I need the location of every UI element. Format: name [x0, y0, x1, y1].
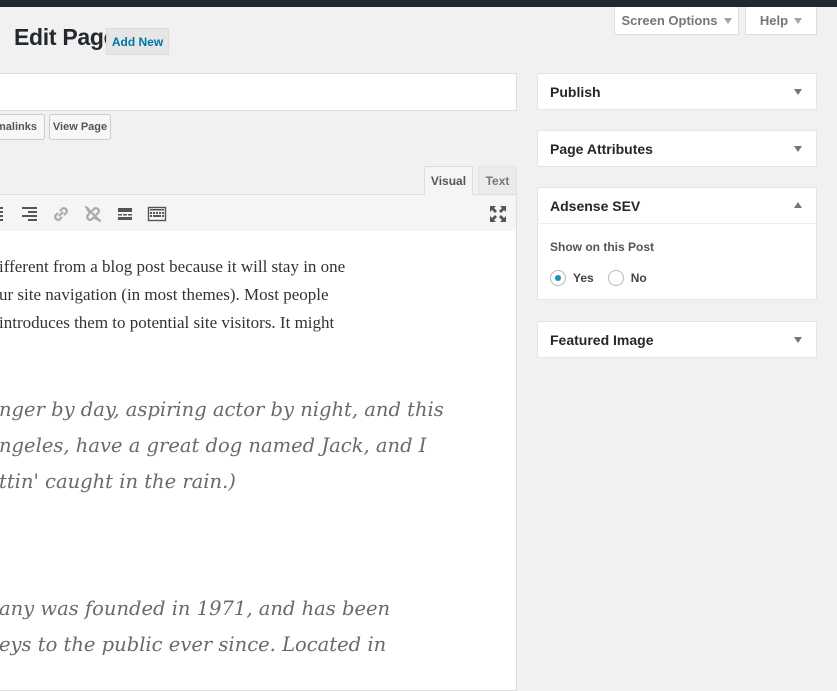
- tab-text[interactable]: Text: [478, 166, 517, 195]
- screen-options-button[interactable]: Screen Options: [614, 7, 739, 35]
- change-permalinks-button[interactable]: rmalinks: [0, 114, 45, 140]
- blockquote-line: ttin' caught in the rain.): [0, 470, 236, 493]
- blockquote-line: eys to the public ever since. Located in: [0, 633, 387, 656]
- adsense-box-content: Show on this Post Yes No: [538, 223, 816, 299]
- toolbar-toggle-icon[interactable]: [147, 204, 167, 224]
- radio-no-label[interactable]: No: [631, 271, 647, 285]
- toggle-arrow-icon[interactable]: [794, 337, 802, 343]
- align-right-icon[interactable]: [19, 204, 39, 224]
- add-new-button[interactable]: Add New: [106, 28, 169, 55]
- fullscreen-icon[interactable]: [488, 204, 508, 224]
- featured-image-box-title: Featured Image: [550, 331, 654, 348]
- radio-yes[interactable]: [550, 270, 566, 286]
- paragraph-line: ur site navigation (in most themes). Mos…: [0, 285, 329, 304]
- insert-link-icon[interactable]: [51, 204, 71, 224]
- adsense-box-header[interactable]: Adsense SEV: [538, 188, 816, 223]
- view-page-button[interactable]: View Page: [49, 114, 111, 140]
- caret-down-icon: [723, 17, 732, 24]
- help-label: Help: [759, 13, 789, 28]
- publish-box-header[interactable]: Publish: [538, 74, 816, 109]
- help-button[interactable]: Help: [745, 7, 817, 35]
- page-attributes-box: Page Attributes: [537, 130, 817, 167]
- toggle-arrow-icon[interactable]: [794, 146, 802, 152]
- blockquote-line: ngeles, have a great dog named Jack, and…: [0, 434, 427, 457]
- tab-visual[interactable]: Visual: [424, 166, 473, 195]
- screen-options-label: Screen Options: [621, 13, 718, 28]
- paragraph-line: ifferent from a blog post because it wil…: [0, 257, 346, 276]
- show-on-post-options: Yes No: [550, 270, 661, 286]
- radio-no[interactable]: [607, 270, 624, 286]
- show-on-post-label: Show on this Post: [550, 240, 654, 254]
- featured-image-box-header[interactable]: Featured Image: [538, 322, 816, 357]
- remove-link-icon[interactable]: [83, 204, 103, 224]
- publish-box-title: Publish: [550, 83, 601, 100]
- toggle-arrow-icon[interactable]: [794, 202, 802, 208]
- read-more-icon[interactable]: [115, 204, 135, 224]
- caret-down-icon: [794, 17, 803, 24]
- page-attributes-box-title: Page Attributes: [550, 140, 653, 157]
- title-input[interactable]: [0, 73, 517, 111]
- adsense-box: Adsense SEV Show on this Post Yes No: [537, 187, 817, 300]
- publish-box: Publish: [537, 73, 817, 110]
- featured-image-box: Featured Image: [537, 321, 817, 358]
- paragraph-line: introduces them to potential site visito…: [0, 313, 335, 332]
- editor-toolbar: [0, 194, 517, 232]
- adsense-box-title: Adsense SEV: [550, 197, 641, 214]
- align-center-icon[interactable]: [0, 204, 15, 224]
- editor-content[interactable]: ifferent from a blog post because it wil…: [0, 231, 517, 691]
- blockquote-line: any was founded in 1971, and has been: [0, 597, 391, 620]
- toggle-arrow-icon[interactable]: [794, 89, 802, 95]
- radio-yes-label[interactable]: Yes: [573, 271, 594, 285]
- blockquote-line: nger by day, aspiring actor by night, an…: [0, 398, 444, 421]
- page-title: Edit Page: [14, 24, 117, 50]
- page-attributes-box-header[interactable]: Page Attributes: [538, 131, 816, 166]
- admin-bar: [0, 0, 837, 7]
